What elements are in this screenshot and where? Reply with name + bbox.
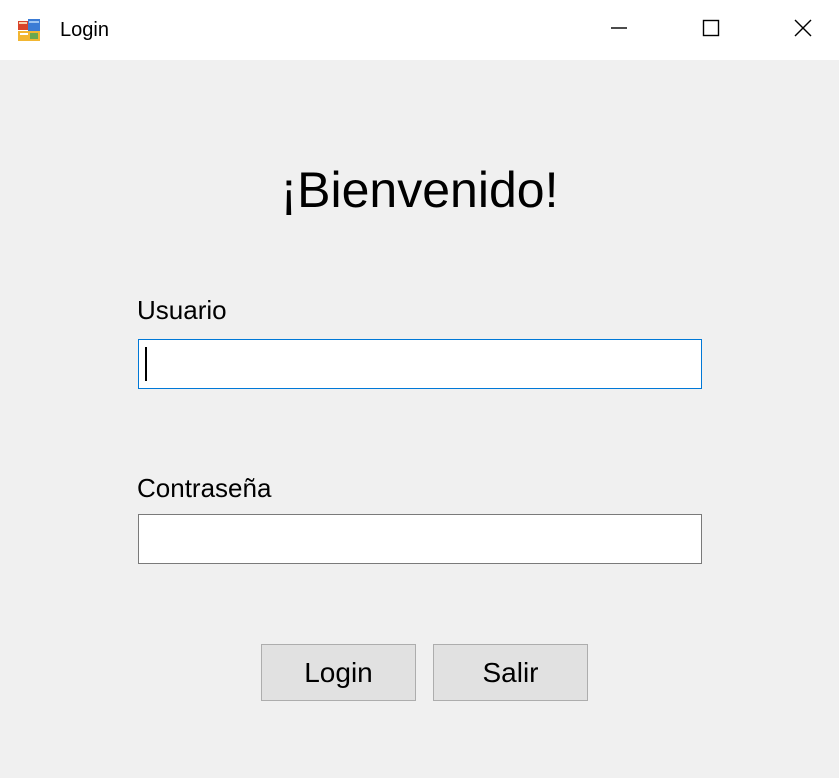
minimize-button[interactable] [573, 0, 665, 60]
welcome-heading: ¡Bienvenido! [280, 162, 559, 218]
title-bar[interactable]: Login [0, 0, 839, 60]
window-title: Login [60, 19, 109, 41]
maximize-icon [701, 18, 721, 43]
exit-button[interactable]: Salir [433, 644, 588, 701]
close-icon [793, 18, 813, 43]
password-input[interactable] [138, 514, 702, 564]
login-button[interactable]: Login [261, 644, 416, 701]
username-input[interactable] [138, 339, 702, 389]
close-button[interactable] [757, 0, 839, 60]
username-label: Usuario [137, 295, 227, 325]
maximize-button[interactable] [665, 0, 757, 60]
minimize-icon [609, 18, 629, 43]
password-label: Contraseña [137, 473, 272, 503]
login-window: Login ¡Bienvenido! Usuario Contraseña Lo… [0, 0, 839, 778]
app-form-icon [18, 19, 40, 41]
text-caret [145, 347, 147, 381]
